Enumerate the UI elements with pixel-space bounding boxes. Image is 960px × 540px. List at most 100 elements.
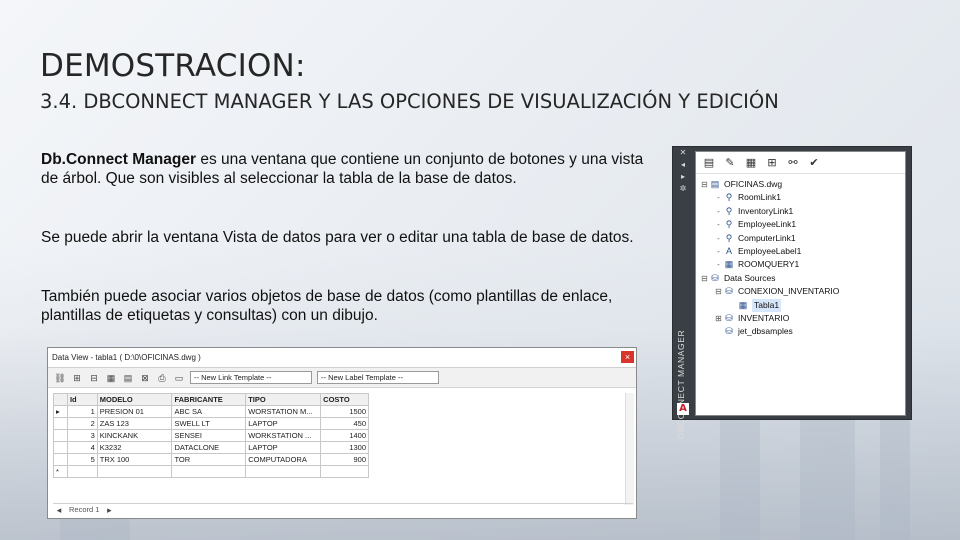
tree-item[interactable]: - ⚲ InventoryLink1 — [696, 205, 905, 218]
table-cell[interactable]: TOR — [171, 453, 247, 466]
table-cell[interactable]: KINCKANK — [96, 429, 173, 442]
table-cell[interactable]: 1300 — [320, 441, 369, 454]
table-cell[interactable]: 900 — [320, 453, 369, 466]
row-header — [53, 417, 68, 430]
table-row[interactable]: 5 TRX 100 TOR COMPUTADORA 900 — [53, 453, 369, 466]
tree-item[interactable]: - ⚲ ComputerLink1 — [696, 232, 905, 245]
table-cell[interactable]: DATACLONE — [171, 441, 247, 454]
table-cell[interactable]: SWELL LT — [171, 417, 247, 430]
table-cell[interactable]: ABC SA — [171, 405, 247, 418]
new-row[interactable]: * — [53, 465, 369, 478]
table-cell[interactable]: 1400 — [320, 429, 369, 442]
tree-expander-icon[interactable]: - — [714, 245, 723, 258]
tree-item[interactable]: - ⚲ EmployeeLink1 — [696, 218, 905, 231]
table-row[interactable]: ▸ 1 PRESION 01 ABC SA WORSTATION M... 15… — [53, 405, 369, 418]
close-icon[interactable]: × — [621, 351, 634, 363]
panel-title: DBCONNECT MANAGER — [676, 329, 686, 439]
label-icon[interactable]: ▭ — [173, 372, 185, 384]
table-cell[interactable]: COMPUTADORA — [245, 453, 322, 466]
link-icon[interactable]: ⛓ — [54, 372, 66, 384]
tree-expander-icon[interactable]: - — [714, 205, 723, 218]
column-header[interactable]: FABRICANTE — [171, 393, 247, 406]
table-cell[interactable]: WORSTATION M... — [245, 405, 322, 418]
table-cell[interactable] — [245, 465, 322, 478]
tree-expander-icon[interactable]: ⊟ — [714, 285, 723, 298]
link-object-icon[interactable]: ⚯ — [786, 156, 800, 170]
tree-expander-icon[interactable]: ⊟ — [700, 178, 709, 191]
tree-item[interactable]: ⊟ ▤ OFICINAS.dwg — [696, 178, 905, 191]
filter-icon[interactable]: ⊠ — [139, 372, 151, 384]
tree-item[interactable]: ⊟ ⛁ Data Sources — [696, 272, 905, 285]
close-icon[interactable]: ✕ — [673, 147, 693, 159]
vertical-scrollbar[interactable] — [625, 393, 634, 505]
tree-icon[interactable]: ⊞ — [71, 372, 83, 384]
table-cell[interactable] — [66, 465, 98, 478]
link-template-select[interactable]: -- New Link Template -- — [190, 371, 312, 384]
table-cell[interactable]: TRX 100 — [96, 453, 173, 466]
table-cell[interactable]: 5 — [66, 453, 98, 466]
column-header[interactable]: COSTO — [320, 393, 369, 406]
tree-item-label: ComputerLink1 — [738, 232, 796, 243]
grid-icon[interactable]: ▤ — [122, 372, 134, 384]
tree-item-label: RoomLink1 — [738, 192, 781, 203]
tree-expander-icon[interactable]: ⊟ — [700, 272, 709, 285]
row-header-corner — [53, 393, 68, 406]
table-cell[interactable]: K3232 — [96, 441, 173, 454]
table-cell[interactable]: PRESION 01 — [96, 405, 173, 418]
table-cell[interactable]: WORKSTATION ... — [245, 429, 322, 442]
row-header — [53, 429, 68, 442]
table-icon[interactable]: ▦ — [105, 372, 117, 384]
table-row[interactable]: 2 ZAS 123 SWELL LT LAPTOP 450 — [53, 417, 369, 430]
column-header[interactable]: TIPO — [245, 393, 322, 406]
tree-expander-icon[interactable]: ⊞ — [714, 312, 723, 325]
tree-expander-icon[interactable]: - — [714, 232, 723, 245]
tree-node-icon: A — [725, 245, 732, 256]
table-cell[interactable]: LAPTOP — [245, 417, 322, 430]
settings-icon[interactable]: ✲ — [673, 183, 693, 195]
table-cell[interactable] — [171, 465, 247, 478]
tree-expander-icon[interactable]: - — [714, 191, 723, 204]
autohide-icon[interactable]: ◂ — [673, 159, 693, 171]
tree-item[interactable]: - ▦ ROOMQUERY1 — [696, 258, 905, 271]
print-icon[interactable]: ⎙ — [156, 372, 168, 384]
tree-item[interactable]: ⛁ jet_dbsamples — [696, 325, 905, 338]
table-row[interactable]: 3 KINCKANK SENSEI WORKSTATION ... 1400 — [53, 429, 369, 442]
tree-expander-icon[interactable]: - — [714, 258, 723, 271]
tree-icon[interactable]: ⊟ — [88, 372, 100, 384]
label-object-icon[interactable]: ✔ — [807, 156, 821, 170]
table-cell[interactable]: 450 — [320, 417, 369, 430]
tree-item-label: INVENTARIO — [738, 312, 790, 323]
new-query-icon[interactable]: ⊞ — [765, 156, 779, 170]
paragraph-2: Se puede abrir la ventana Vista de datos… — [41, 229, 634, 246]
column-header[interactable]: MODELO — [96, 393, 173, 406]
tree-item[interactable]: - ⚲ RoomLink1 — [696, 191, 905, 204]
label-template-select[interactable]: -- New Label Template -- — [317, 371, 439, 384]
tree-node-icon: ⛁ — [725, 312, 733, 323]
tree-node-icon: ⛁ — [711, 272, 719, 283]
table-cell[interactable] — [320, 465, 369, 478]
first-record-icon[interactable]: ◂ — [53, 504, 65, 516]
table-cell[interactable] — [96, 465, 173, 478]
tree-item[interactable]: ▦ Tabla1 — [696, 298, 905, 312]
table-cell[interactable]: 1500 — [320, 405, 369, 418]
tree-expander-icon[interactable]: - — [714, 218, 723, 231]
table-cell[interactable]: ZAS 123 — [96, 417, 173, 430]
edit-table-icon[interactable]: ✎ — [723, 156, 737, 170]
column-header[interactable]: Id — [66, 393, 98, 406]
table-cell[interactable]: 4 — [66, 441, 98, 454]
data-grid: Id MODELO FABRICANTE TIPO COSTO ▸ 1 PRES… — [53, 393, 369, 478]
table-row[interactable]: 4 K3232 DATACLONE LAPTOP 1300 — [53, 441, 369, 454]
table-cell[interactable]: LAPTOP — [245, 441, 322, 454]
next-record-icon[interactable]: ▸ — [103, 504, 115, 516]
tree-item[interactable]: - A EmployeeLabel1 — [696, 245, 905, 258]
table-cell[interactable]: 2 — [66, 417, 98, 430]
table-cell[interactable]: SENSEI — [171, 429, 247, 442]
properties-icon[interactable]: ▸ — [673, 171, 693, 183]
execute-query-icon[interactable]: ▦ — [744, 156, 758, 170]
tree-item[interactable]: ⊞ ⛁ INVENTARIO — [696, 312, 905, 325]
tree-item[interactable]: ⊟ ⛁ CONEXION_INVENTARIO — [696, 285, 905, 298]
view-table-icon[interactable]: ▤ — [702, 156, 716, 170]
table-cell[interactable]: 1 — [66, 405, 98, 418]
data-view-toolbar: ⛓ ⊞ ⊟ ▦ ▤ ⊠ ⎙ ▭ -- New Link Template -- … — [48, 368, 636, 388]
table-cell[interactable]: 3 — [66, 429, 98, 442]
